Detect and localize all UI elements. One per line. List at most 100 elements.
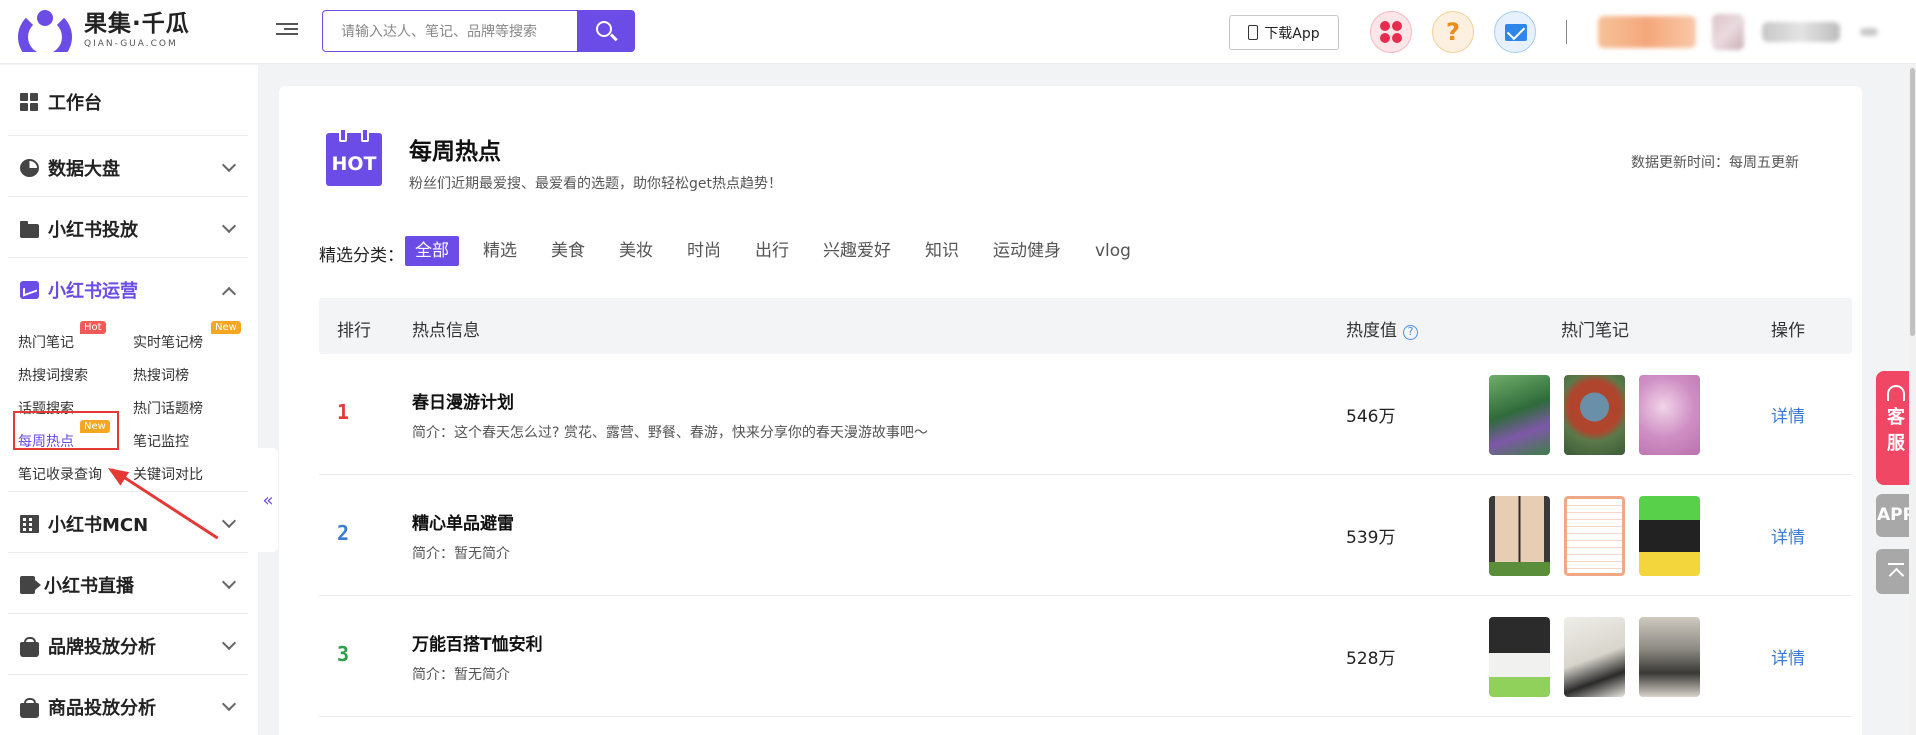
sidebar-group-label: 小红书MCN xyxy=(48,515,149,536)
column-heat-label: 热度值 xyxy=(1346,321,1397,341)
sidebar-item-label: 工作台 xyxy=(48,93,102,114)
hot-badge: Hot xyxy=(80,321,106,334)
sidebar-subitem-realtime-notes[interactable]: 实时笔记榜 New xyxy=(133,321,241,352)
heat-value: 528万 xyxy=(1346,649,1396,669)
download-app-button[interactable]: 下载App xyxy=(1229,15,1339,50)
sidebar-group-xhs-live[interactable]: 小红书直播 xyxy=(8,553,248,614)
sidebar-subitem-hot-notes[interactable]: 热门笔记 Hot xyxy=(18,321,106,352)
note-thumbnail[interactable] xyxy=(1489,617,1550,697)
topic-title[interactable]: 糟心单品避雷 xyxy=(412,509,514,534)
dashboard-icon xyxy=(20,93,39,111)
menu-toggle-icon[interactable] xyxy=(276,20,298,42)
page-title: 每周热点 xyxy=(409,139,501,165)
filter-tab-beauty[interactable]: 美妆 xyxy=(609,236,663,266)
search-input[interactable] xyxy=(322,10,577,52)
note-thumbnail[interactable] xyxy=(1639,496,1700,576)
sidebar-subitem-hot-search-rank[interactable]: 热搜词榜 xyxy=(133,365,189,385)
note-thumbnail[interactable] xyxy=(1564,617,1625,697)
table-row: 3 万能百搭T恤安利 简介：暂无简介 528万 详情 xyxy=(319,596,1852,717)
topic-intro: 简介：这个春天怎么过? 赏花、露营、野餐、春游，快来分享你的春天漫游故事吧～ xyxy=(412,425,928,441)
account-badge-blurred[interactable] xyxy=(1598,16,1696,48)
sidebar-group-label: 小红书运营 xyxy=(48,281,138,302)
sidebar-subitem-keyword-compare[interactable]: 关键词对比 xyxy=(133,464,203,484)
subitem-label: 实时笔记榜 xyxy=(133,335,203,351)
new-badge: New xyxy=(211,321,241,334)
sidebar-item-workbench[interactable]: 工作台 xyxy=(8,65,248,136)
filter-tab-fitness[interactable]: 运动健身 xyxy=(983,236,1071,266)
info-icon[interactable]: ? xyxy=(1403,325,1418,340)
rank-number: 3 xyxy=(337,642,350,666)
sidebar-subitem-note-index-query[interactable]: 笔记收录查询 xyxy=(18,464,102,484)
search-button[interactable] xyxy=(577,10,635,52)
sidebar-group-xhs-ads[interactable]: 小红书投放 xyxy=(8,197,248,258)
sidebar-group-data-overview[interactable]: 数据大盘 xyxy=(8,136,248,197)
rank-number: 2 xyxy=(337,521,350,545)
filter-tab-featured[interactable]: 精选 xyxy=(473,236,527,266)
user-menu-blurred[interactable] xyxy=(1860,28,1878,36)
pie-chart-icon xyxy=(20,159,39,177)
column-notes: 热门笔记 xyxy=(1561,321,1629,341)
heat-value: 539万 xyxy=(1346,528,1396,548)
topic-title[interactable]: 春日漫游计划 xyxy=(412,388,514,413)
sidebar-collapse-button[interactable]: « xyxy=(258,448,278,552)
table-header: 排行 热点信息 热度值? 热门笔记 操作 xyxy=(319,298,1852,354)
shopping-bag-icon xyxy=(20,697,39,718)
note-thumbnail[interactable] xyxy=(1489,496,1550,576)
filter-tab-vlog[interactable]: vlog xyxy=(1085,236,1141,266)
avatar[interactable] xyxy=(1712,14,1744,50)
sidebar-subitem-hot-search[interactable]: 热搜词搜索 xyxy=(18,365,88,385)
filter-tabs: 全部 精选 美食 美妆 时尚 出行 兴趣爱好 知识 运动健身 vlog xyxy=(405,236,1155,266)
sidebar-subitem-note-monitor[interactable]: 笔记监控 xyxy=(133,431,189,451)
sidebar-group-xhs-mcn[interactable]: 小红书MCN xyxy=(8,492,248,553)
note-thumbnail[interactable] xyxy=(1639,617,1700,697)
topic-title[interactable]: 万能百搭T恤安利 xyxy=(412,630,543,655)
phone-icon xyxy=(1248,25,1259,40)
note-thumbnail[interactable] xyxy=(1564,375,1625,455)
note-thumbnail[interactable] xyxy=(1489,375,1550,455)
main-panel: HOT 每周热点 粉丝们近期最爱搜、最爱看的选题，助你轻松get热点趋势！ 数据… xyxy=(279,86,1862,735)
search-bar xyxy=(322,10,635,52)
column-info: 热点信息 xyxy=(412,321,480,341)
sidebar-group-header[interactable]: 小红书运营 xyxy=(20,277,138,303)
filter-tab-food[interactable]: 美食 xyxy=(541,236,595,266)
filter-tab-fashion[interactable]: 时尚 xyxy=(677,236,731,266)
heat-value: 546万 xyxy=(1346,407,1396,427)
username-blurred[interactable] xyxy=(1762,22,1840,42)
filter-tab-travel[interactable]: 出行 xyxy=(745,236,799,266)
page-scrollbar[interactable] xyxy=(1909,64,1916,735)
apps-icon[interactable] xyxy=(1370,11,1412,53)
chevron-down-icon xyxy=(221,513,237,529)
table-row: 1 春日漫游计划 简介：这个春天怎么过? 赏花、露营、野餐、春游，快来分享你的春… xyxy=(319,354,1852,475)
filter-tab-all[interactable]: 全部 xyxy=(405,236,459,266)
message-icon[interactable] xyxy=(1494,11,1536,53)
filter-label: 精选分类： xyxy=(319,246,404,266)
sidebar-group-label: 商品投放分析 xyxy=(48,698,156,719)
column-heat: 热度值? xyxy=(1346,316,1418,341)
filter-tab-hobbies[interactable]: 兴趣爱好 xyxy=(813,236,901,266)
chevron-down-icon xyxy=(221,218,237,234)
sidebar-group-product-analysis[interactable]: 商品投放分析 xyxy=(8,675,248,735)
chevron-down-icon xyxy=(221,635,237,651)
details-link[interactable]: 详情 xyxy=(1771,523,1805,548)
chevron-up-icon[interactable] xyxy=(221,286,237,302)
download-app-label: 下载App xyxy=(1264,25,1320,42)
sidebar-group-brand-analysis[interactable]: 品牌投放分析 xyxy=(8,614,248,675)
chevron-down-icon xyxy=(221,157,237,173)
sidebar-group-xhs-operations: 小红书运营 热门笔记 Hot 实时笔记榜 New 热搜词搜索 热搜词榜 话题搜索 热… xyxy=(8,258,248,492)
page-subtitle: 粉丝们近期最爱搜、最爱看的选题，助你轻松get热点趋势！ xyxy=(409,176,782,192)
top-header: 果集·千瓜 QIAN-GUA.COM 下载App ? xyxy=(0,0,1916,64)
filter-tab-knowledge[interactable]: 知识 xyxy=(915,236,969,266)
sidebar: 工作台 数据大盘 小红书投放 小红书运营 热门笔记 Hot 实时笔记榜 New 热搜… xyxy=(0,65,258,735)
chevron-down-icon xyxy=(221,696,237,712)
note-thumbnail[interactable] xyxy=(1639,375,1700,455)
details-link[interactable]: 详情 xyxy=(1771,402,1805,427)
header-divider xyxy=(1566,20,1567,44)
sidebar-subitem-hot-topic-rank[interactable]: 热门话题榜 xyxy=(133,398,203,418)
note-thumbnail[interactable] xyxy=(1564,496,1625,576)
column-action: 操作 xyxy=(1771,321,1805,341)
logo[interactable]: 果集·千瓜 QIAN-GUA.COM xyxy=(18,10,190,52)
help-icon[interactable]: ? xyxy=(1432,11,1474,53)
details-link[interactable]: 详情 xyxy=(1771,644,1805,669)
sidebar-group-label: 品牌投放分析 xyxy=(48,637,156,658)
topic-intro: 简介：暂无简介 xyxy=(412,546,510,562)
